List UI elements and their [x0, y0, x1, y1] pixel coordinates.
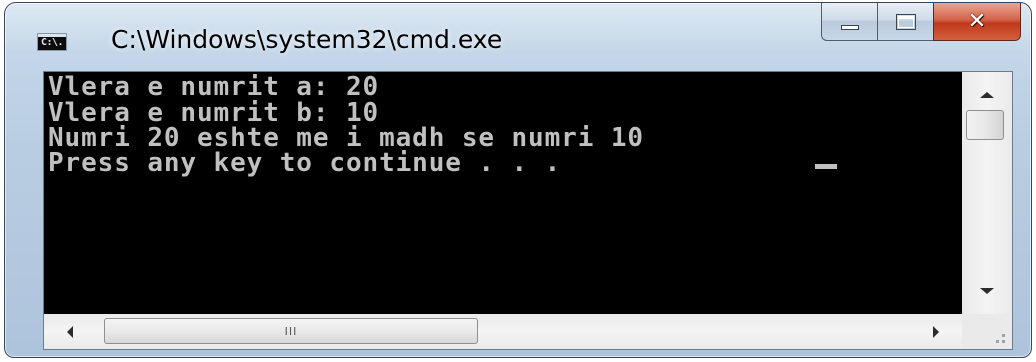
scroll-left-button[interactable] — [50, 314, 90, 349]
close-button[interactable]: ✕ — [933, 3, 1021, 41]
command-prompt-icon[interactable]: C:\. — [37, 33, 67, 51]
horizontal-scroll-thumb[interactable]: III — [104, 318, 478, 344]
text-cursor — [815, 164, 837, 169]
horizontal-scrollbar[interactable]: III — [44, 314, 962, 349]
console-line-1: Vlera e numrit a: 20 — [48, 72, 380, 102]
scroll-right-button[interactable] — [916, 314, 956, 349]
window-controls: ✕ — [821, 3, 1021, 41]
resize-grip-icon[interactable] — [962, 314, 1012, 349]
arrow-left-icon — [67, 325, 73, 338]
vertical-scrollbar[interactable] — [962, 72, 1012, 314]
minimize-icon — [840, 25, 859, 30]
console-output[interactable]: Vlera e numrit a: 20 Vlera e numrit b: 1… — [44, 72, 962, 314]
cmd-window: C:\. C:\Windows\system32\cmd.exe ✕ Vlera… — [4, 2, 1032, 358]
app-icon-label: C:\. — [40, 37, 64, 48]
arrow-right-icon — [933, 325, 939, 338]
vertical-scroll-thumb[interactable] — [966, 110, 1004, 140]
minimize-button[interactable] — [821, 3, 877, 41]
arrow-up-icon — [980, 92, 994, 98]
close-icon: ✕ — [967, 8, 987, 34]
scroll-down-button[interactable] — [962, 276, 1012, 306]
console-client-area: Vlera e numrit a: 20 Vlera e numrit b: 1… — [43, 71, 1013, 350]
maximize-button[interactable] — [877, 3, 933, 41]
arrow-down-icon — [980, 288, 994, 294]
title-bar[interactable]: C:\. C:\Windows\system32\cmd.exe ✕ — [5, 3, 1031, 69]
thumb-grip-icon: III — [284, 324, 298, 338]
window-title: C:\Windows\system32\cmd.exe — [111, 25, 503, 54]
console-line-4: Press any key to continue . . . — [48, 148, 562, 178]
maximize-icon — [895, 13, 916, 30]
scroll-up-button[interactable] — [962, 80, 1012, 110]
